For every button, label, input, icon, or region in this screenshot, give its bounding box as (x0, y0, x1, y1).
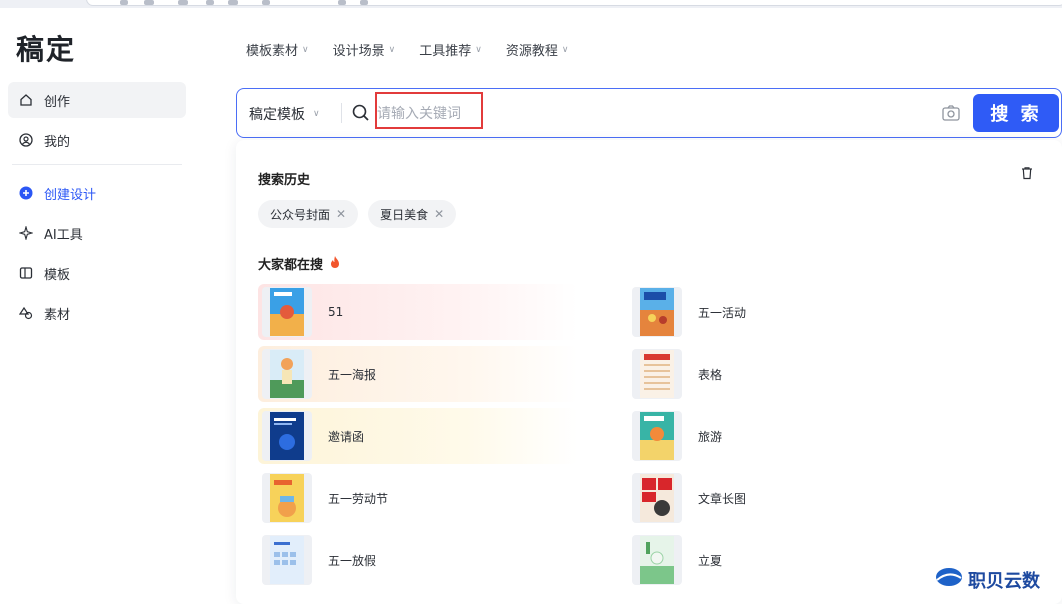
sidebar-item-label: 模板 (44, 267, 71, 283)
hot-item-label: 文章长图 (698, 491, 747, 506)
nav-label: 工具推荐 (419, 44, 472, 59)
hot-item-thumbnail (632, 287, 682, 337)
shapes-icon (18, 305, 34, 321)
watermark: 职贝云数 (934, 566, 1040, 593)
hot-item-thumbnail (262, 535, 312, 585)
chevron-down-icon: ∨ (561, 44, 569, 55)
hot-item-thumbnail (632, 349, 682, 399)
hot-item-label: 五一海报 (328, 367, 377, 382)
brand-logo-icon (934, 566, 964, 593)
hot-item[interactable]: 五一放假 (258, 532, 578, 588)
sidebar-item-templates[interactable]: 模板 (8, 255, 186, 291)
hot-item[interactable]: 五一活动 (628, 284, 948, 340)
sidebar-item-mine[interactable]: 我的 (8, 122, 186, 158)
hot-item-thumbnail (262, 287, 312, 337)
hot-item[interactable]: 旅游 (628, 408, 948, 464)
sidebar-item-create[interactable]: 创作 (8, 82, 186, 118)
search-history-tags: 公众号封面 ✕ 夏日美食 ✕ (258, 200, 457, 228)
sparkle-icon (18, 225, 34, 241)
nav-label: 资源教程 (505, 44, 558, 59)
sidebar-item-label: 素材 (44, 307, 71, 323)
search-input[interactable] (377, 101, 677, 127)
hot-item-thumbnail (262, 349, 312, 399)
camera-icon[interactable] (941, 103, 961, 127)
hot-search-list: 51 五一活动 五一海报 表格 邀请函 旅游 五一劳动节 文章长图 五一放假 立… (258, 284, 1038, 600)
hot-item-label: 邀请函 (328, 429, 365, 444)
hot-item-label: 五一活动 (698, 305, 747, 320)
hot-item-thumbnail (632, 535, 682, 585)
trash-icon[interactable] (1020, 166, 1034, 184)
sidebar-item-materials[interactable]: 素材 (8, 295, 186, 331)
history-tag[interactable]: 夏日美食 ✕ (368, 200, 457, 228)
hot-item[interactable]: 邀请函 (258, 408, 578, 464)
plus-circle-icon (18, 185, 34, 201)
close-icon[interactable]: ✕ (434, 207, 444, 221)
address-fragment (360, 0, 368, 5)
sidebar-item-create-design[interactable]: 创建设计 (8, 175, 186, 211)
hot-item[interactable]: 表格 (628, 346, 948, 402)
hot-item-label: 51 (328, 305, 344, 319)
address-fragment (206, 0, 214, 5)
nav-label: 模板素材 (246, 44, 299, 59)
hot-item-thumbnail (632, 411, 682, 461)
hot-item-label: 五一劳动节 (328, 491, 389, 506)
chevron-down-icon: ∨ (475, 44, 482, 55)
divider (341, 103, 342, 123)
address-fragment (178, 0, 188, 5)
history-tag-label: 公众号封面 (270, 207, 331, 222)
nav-resources[interactable]: 资源教程 ∨ (506, 40, 569, 59)
user-icon (18, 132, 34, 148)
sidebar-item-label: 创建设计 (44, 187, 97, 203)
hot-item[interactable]: 五一劳动节 (258, 470, 578, 526)
template-icon (18, 265, 34, 281)
sidebar-item-label: 创作 (44, 94, 71, 110)
address-fragment (262, 0, 270, 5)
nav-label: 设计场景 (332, 44, 385, 59)
hot-item-label: 表格 (698, 367, 723, 382)
search-type-label: 稿定模板 (249, 107, 305, 123)
search-bar: 稿定模板 ∨ 搜 索 (236, 88, 1062, 138)
sidebar-divider (12, 164, 182, 165)
search-button[interactable]: 搜 索 (973, 94, 1059, 132)
address-fragment (338, 0, 346, 5)
hot-item[interactable]: 文章长图 (628, 470, 948, 526)
search-history-title: 搜索历史 (258, 173, 311, 188)
hot-item-thumbnail (262, 411, 312, 461)
sidebar-item-ai-tools[interactable]: AI工具 (8, 215, 186, 251)
watermark-text: 职贝云数 (968, 570, 1040, 592)
nav-templates-materials[interactable]: 模板素材 ∨ (246, 40, 309, 59)
hot-item-thumbnail (632, 473, 682, 523)
close-icon[interactable]: ✕ (336, 207, 346, 221)
nav-design-scenes[interactable]: 设计场景 ∨ (333, 40, 396, 59)
address-fragment (228, 0, 238, 5)
chevron-down-icon: ∨ (302, 44, 309, 55)
hot-item[interactable]: 51 (258, 284, 578, 340)
hot-item[interactable]: 五一海报 (258, 346, 578, 402)
nav-tools[interactable]: 工具推荐 ∨ (419, 40, 482, 59)
sidebar-item-label: AI工具 (44, 227, 83, 243)
hot-item-thumbnail (262, 473, 312, 523)
chevron-down-icon: ∨ (388, 44, 396, 55)
fire-icon (329, 255, 341, 273)
sidebar: 创作 我的 创建设计 AI工具 模板 素材 (8, 82, 186, 335)
history-tag-label: 夏日美食 (380, 207, 429, 222)
hot-searches-label: 大家都在搜 (258, 258, 324, 273)
site-logo[interactable]: 稿定 (16, 28, 76, 68)
home-icon (18, 92, 34, 108)
hot-item[interactable]: 立夏 (628, 532, 948, 588)
address-fragment (120, 0, 128, 5)
browser-address-strip (0, 0, 1062, 8)
hot-item-label: 五一放假 (328, 553, 377, 568)
hot-item-label: 旅游 (698, 429, 723, 444)
hot-searches-title: 大家都在搜 (258, 254, 341, 273)
search-dropdown-panel: 搜索历史 公众号封面 ✕ 夏日美食 ✕ 大家都在搜 51 五一活动 五一海报 表… (236, 140, 1062, 604)
chevron-down-icon: ∨ (313, 109, 320, 119)
sidebar-item-label: 我的 (44, 134, 71, 150)
search-type-select[interactable]: 稿定模板 ∨ (249, 104, 320, 124)
address-fragment (144, 0, 154, 5)
history-tag[interactable]: 公众号封面 ✕ (258, 200, 359, 228)
search-icon (351, 103, 371, 127)
top-navigation: 模板素材 ∨ 设计场景 ∨ 工具推荐 ∨ 资源教程 ∨ (246, 40, 568, 59)
hot-item-label: 立夏 (698, 553, 723, 568)
